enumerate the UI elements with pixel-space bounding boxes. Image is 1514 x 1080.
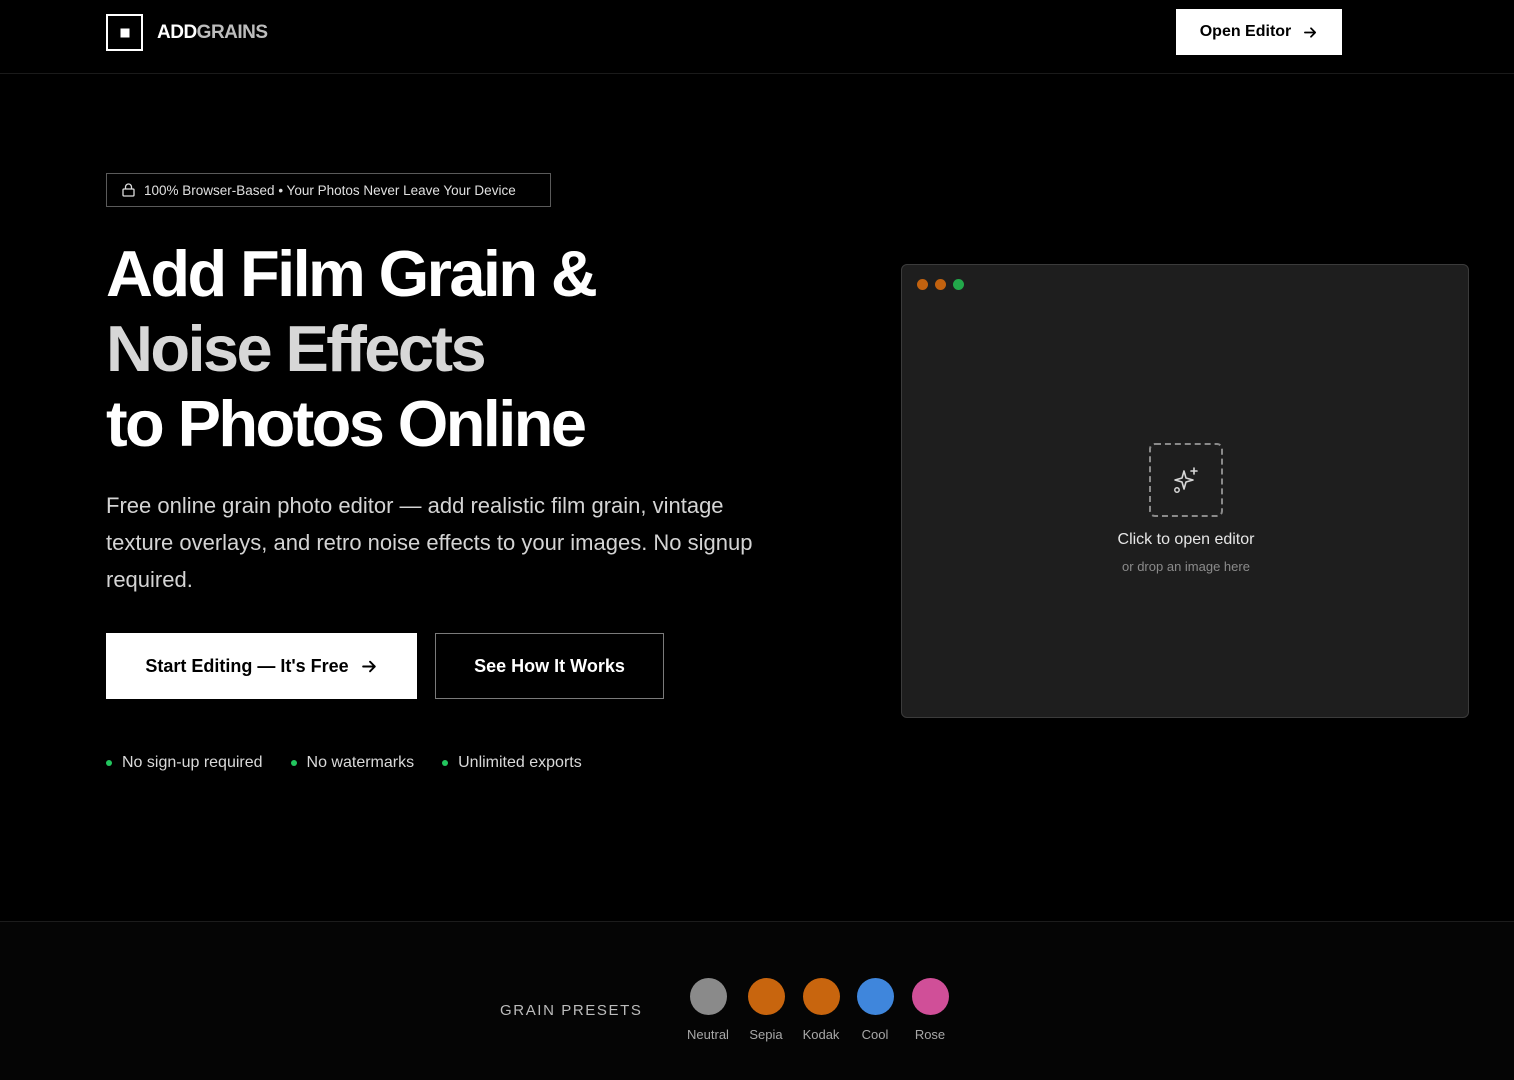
arrow-right-icon (361, 660, 376, 672)
preset-swatch (689, 978, 727, 1015)
see-how-it-works-button[interactable]: See How It Works (435, 633, 664, 699)
preset-sepia[interactable]: Sepia (736, 978, 796, 1042)
window-dot-maximize (953, 279, 964, 290)
preset-label: Kodak (802, 1027, 840, 1042)
page-title: Add Film Grain & Noise Effects to Photos… (106, 236, 826, 461)
preset-label: Rose (914, 1027, 946, 1042)
grain-presets-label: GRAIN PRESETS (500, 1002, 643, 1019)
hero-description: Free online grain photo editor — add rea… (106, 493, 753, 592)
upload-target[interactable] (1149, 443, 1223, 517)
preset-swatch (856, 978, 894, 1015)
window-dot-close (917, 279, 928, 290)
preset-swatch (747, 978, 785, 1015)
preset-swatch (911, 978, 949, 1015)
logo-text: ADDGRAINS (157, 22, 268, 44)
feature-label: Unlimited exports (458, 754, 582, 771)
logo-text-add: ADD (157, 21, 197, 43)
site-header: ADDGRAINS Open Editor (0, 0, 1514, 74)
preset-kodak[interactable]: Kodak (791, 978, 851, 1042)
dropzone-subtitle: or drop an image here (1122, 559, 1250, 574)
badge-text: 100% Browser-Based • Your Photos Never L… (144, 182, 516, 198)
check-dot-icon (106, 760, 112, 766)
privacy-badge: 100% Browser-Based • Your Photos Never L… (106, 173, 551, 207)
feature-item: Unlimited exports (442, 754, 582, 772)
dropzone-title: Click to open editor (1117, 531, 1255, 548)
preset-label: Cool (861, 1027, 889, 1042)
headline-line-2: Noise Effects (106, 312, 487, 385)
check-dot-icon (442, 760, 449, 766)
start-editing-label: Start Editing — It's Free (145, 655, 349, 676)
preset-swatch (802, 978, 840, 1015)
open-editor-button[interactable]: Open Editor (1176, 9, 1342, 55)
headline-line-1: Add Film Grain & (106, 237, 598, 310)
logo-link[interactable]: ADDGRAINS (106, 14, 268, 51)
check-dot-icon (290, 760, 297, 766)
window-dot-minimize (935, 279, 946, 290)
preset-label: Neutral (687, 1027, 729, 1042)
feature-item: No sign-up required (106, 754, 263, 772)
page: ADDGRAINS Open Editor 100% Browser-Based… (0, 0, 1514, 1080)
sparkles-icon (1174, 467, 1198, 493)
window-controls (917, 279, 964, 290)
preset-label: Sepia (749, 1027, 783, 1042)
editor-dropzone[interactable]: Click to open editor or drop an image he… (901, 264, 1469, 718)
start-editing-button[interactable]: Start Editing — It's Free (106, 633, 417, 699)
open-editor-label: Open Editor (1199, 23, 1292, 40)
logo-text-grains: GRAINS (196, 21, 268, 43)
lock-icon (122, 183, 135, 197)
preset-rose[interactable]: Rose (900, 978, 960, 1042)
see-how-it-works-label: See How It Works (474, 655, 625, 676)
feature-item: No watermarks (290, 754, 415, 772)
preset-cool[interactable]: Cool (845, 978, 905, 1042)
headline-line-3: to Photos Online (106, 387, 587, 460)
grain-presets-section: GRAIN PRESETS Neutral Sepia Kodak Cool R… (0, 921, 1514, 1080)
preset-neutral[interactable]: Neutral (678, 978, 738, 1042)
feature-label: No sign-up required (122, 754, 263, 771)
feature-label: No watermarks (306, 754, 415, 771)
feature-list: No sign-up required No watermarks Unlimi… (106, 754, 610, 772)
logo-mark-icon (106, 14, 143, 51)
arrow-right-icon (1304, 26, 1317, 38)
